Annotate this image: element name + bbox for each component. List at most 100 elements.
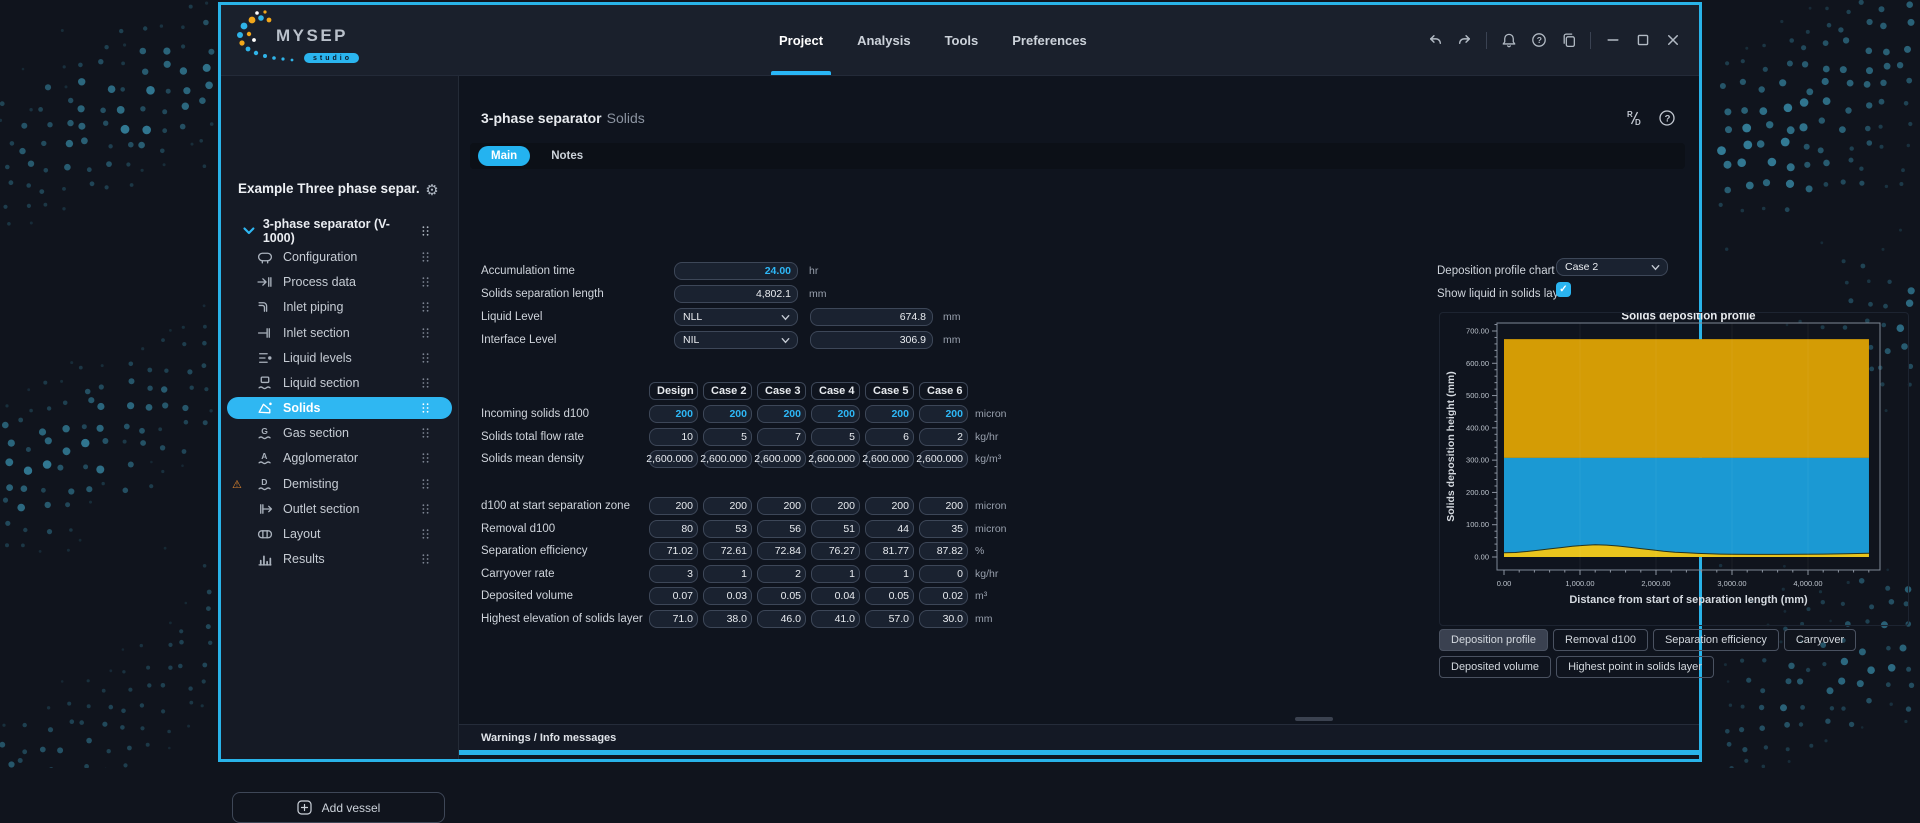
column-header-case6[interactable]: Case 6	[919, 382, 968, 400]
show-liquid-checkbox[interactable]: ✓	[1556, 282, 1571, 297]
table-cell-input[interactable]: 2,600.000	[757, 450, 806, 468]
table-cell-input[interactable]: 46.0	[757, 610, 806, 628]
table-cell-input[interactable]: 53	[703, 520, 752, 538]
table-cell-input[interactable]: 35	[919, 520, 968, 538]
table-cell-input[interactable]: 81.77	[865, 542, 914, 560]
table-cell-input[interactable]: 44	[865, 520, 914, 538]
table-cell-input[interactable]: 2,600.000	[811, 450, 860, 468]
rating-design-toggle-icon[interactable]: RD	[1625, 108, 1645, 128]
table-cell-input[interactable]: 2,600.000	[703, 450, 752, 468]
menu-item-project[interactable]: Project	[779, 5, 823, 75]
table-cell-input[interactable]: 200	[703, 497, 752, 515]
sidebar-item-process-data[interactable]: Process data	[227, 271, 452, 293]
form-select[interactable]: NLL	[674, 308, 798, 326]
sidebar-item-liquid-section[interactable]: Liquid section	[227, 372, 452, 394]
add-vessel-button[interactable]: Add vessel	[232, 792, 445, 823]
chart-tab-carryover[interactable]: Carryover	[1784, 629, 1856, 651]
sidebar-item-solids[interactable]: Solids	[227, 397, 452, 419]
table-cell-input[interactable]: 0.07	[649, 587, 698, 605]
tab-main[interactable]: Main	[478, 146, 530, 166]
table-cell-input[interactable]: 200	[703, 405, 752, 423]
table-cell-input[interactable]: 2,600.000	[865, 450, 914, 468]
table-cell-input[interactable]: 0.03	[703, 587, 752, 605]
table-cell-input[interactable]: 71.0	[649, 610, 698, 628]
redo-button[interactable]	[1456, 32, 1473, 49]
table-cell-input[interactable]: 5	[811, 428, 860, 446]
help-icon[interactable]: ?	[1657, 108, 1677, 128]
column-header-case5[interactable]: Case 5	[865, 382, 914, 400]
sidebar-vessel-node[interactable]: 3-phase separator (V-1000)	[227, 220, 452, 242]
table-cell-input[interactable]: 38.0	[703, 610, 752, 628]
deposition-case-select[interactable]: Case 2	[1556, 258, 1668, 276]
sidebar-item-inlet-section[interactable]: Inlet section	[227, 322, 452, 344]
table-cell-input[interactable]: 1	[703, 565, 752, 583]
drag-handle-icon[interactable]	[420, 250, 431, 264]
table-cell-input[interactable]: 2,600.000	[919, 450, 968, 468]
menu-item-tools[interactable]: Tools	[945, 5, 979, 75]
table-cell-input[interactable]: 200	[919, 497, 968, 515]
tab-notes[interactable]: Notes	[538, 146, 596, 166]
table-cell-input[interactable]: 41.0	[811, 610, 860, 628]
sidebar-item-results[interactable]: Results	[227, 548, 452, 570]
sidebar-item-demisting[interactable]: ⚠DDemisting	[227, 473, 452, 495]
table-cell-input[interactable]: 200	[865, 497, 914, 515]
undo-button[interactable]	[1426, 32, 1443, 49]
table-cell-input[interactable]: 72.61	[703, 542, 752, 560]
sidebar-item-inlet-piping[interactable]: Inlet piping	[227, 296, 452, 318]
drag-handle-icon[interactable]	[420, 326, 431, 340]
form-input[interactable]: 306.9	[810, 331, 933, 349]
menu-item-analysis[interactable]: Analysis	[857, 5, 910, 75]
drag-handle-icon[interactable]	[420, 376, 431, 390]
drag-handle-icon[interactable]	[420, 275, 431, 289]
column-header-case4[interactable]: Case 4	[811, 382, 860, 400]
minimize-button[interactable]	[1604, 32, 1621, 49]
drag-handle-icon[interactable]	[420, 477, 431, 491]
sidebar-item-configuration[interactable]: Configuration	[227, 246, 452, 268]
table-cell-input[interactable]: 87.82	[919, 542, 968, 560]
table-cell-input[interactable]: 200	[649, 405, 698, 423]
table-cell-input[interactable]: 3	[649, 565, 698, 583]
table-cell-input[interactable]: 200	[757, 497, 806, 515]
drag-handle-icon[interactable]	[420, 552, 431, 566]
drag-handle-icon[interactable]	[420, 300, 431, 314]
table-cell-input[interactable]: 57.0	[865, 610, 914, 628]
chart-tab-deposition-profile[interactable]: Deposition profile	[1439, 629, 1548, 651]
help-button[interactable]: ?	[1530, 32, 1547, 49]
table-cell-input[interactable]: 10	[649, 428, 698, 446]
warnings-bar[interactable]: Warnings / Info messages	[459, 724, 1699, 751]
drag-handle-icon[interactable]	[420, 401, 431, 415]
table-cell-input[interactable]: 80	[649, 520, 698, 538]
table-cell-input[interactable]: 51	[811, 520, 860, 538]
gear-icon[interactable]: ⚙	[422, 180, 442, 200]
drag-handle-icon[interactable]	[420, 224, 431, 238]
menu-item-preferences[interactable]: Preferences	[1012, 5, 1086, 75]
chart-tab-highest-point-in-solids-layer[interactable]: Highest point in solids layer	[1556, 656, 1714, 678]
table-cell-input[interactable]: 0.04	[811, 587, 860, 605]
table-cell-input[interactable]: 1	[865, 565, 914, 583]
form-input[interactable]: 674.8	[810, 308, 933, 326]
column-header-case2[interactable]: Case 2	[703, 382, 752, 400]
form-input[interactable]: 24.00	[674, 262, 798, 280]
column-header-case3[interactable]: Case 3	[757, 382, 806, 400]
table-cell-input[interactable]: 200	[811, 497, 860, 515]
table-cell-input[interactable]: 0.02	[919, 587, 968, 605]
maximize-button[interactable]	[1634, 32, 1651, 49]
drag-handle-icon[interactable]	[420, 426, 431, 440]
bell-button[interactable]	[1500, 32, 1517, 49]
table-cell-input[interactable]: 5	[703, 428, 752, 446]
table-cell-input[interactable]: 0.05	[757, 587, 806, 605]
table-cell-input[interactable]: 200	[811, 405, 860, 423]
sidebar-item-liquid-levels[interactable]: Liquid levels	[227, 347, 452, 369]
table-cell-input[interactable]: 0	[919, 565, 968, 583]
table-cell-input[interactable]: 2	[757, 565, 806, 583]
table-cell-input[interactable]: 71.02	[649, 542, 698, 560]
table-cell-input[interactable]: 2	[919, 428, 968, 446]
drag-handle-icon[interactable]	[420, 451, 431, 465]
drag-handle-icon[interactable]	[420, 527, 431, 541]
table-cell-input[interactable]: 2,600.000	[649, 450, 698, 468]
table-cell-input[interactable]: 200	[919, 405, 968, 423]
table-cell-input[interactable]: 56	[757, 520, 806, 538]
table-cell-input[interactable]: 1	[811, 565, 860, 583]
table-cell-input[interactable]: 30.0	[919, 610, 968, 628]
panel-resize-handle[interactable]	[1295, 717, 1333, 721]
